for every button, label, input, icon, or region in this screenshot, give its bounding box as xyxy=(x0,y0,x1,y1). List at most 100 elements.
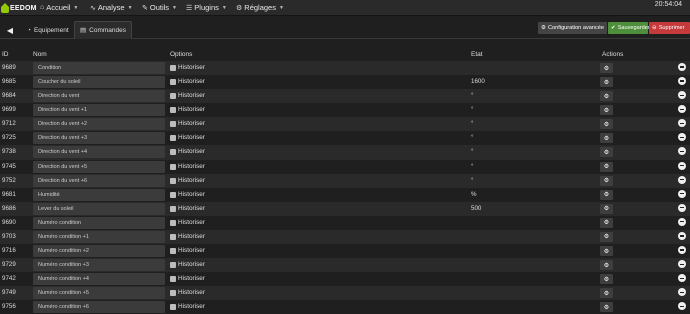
historiser-label: Historiser xyxy=(178,303,205,311)
remove-command-button[interactable] xyxy=(678,63,686,71)
configure-command-button[interactable]: ⚙ xyxy=(600,91,613,102)
nav-plugins[interactable]: ☰ Plugins ▼ xyxy=(186,3,227,12)
remove-command-button[interactable] xyxy=(678,288,686,297)
remove-command-button[interactable] xyxy=(678,260,686,269)
remove-command-button[interactable] xyxy=(678,246,686,255)
configure-command-button[interactable]: ⚙ xyxy=(600,63,613,73)
command-id: 9725 xyxy=(2,134,16,142)
back-button[interactable]: ◀ xyxy=(4,24,16,36)
command-name-input[interactable]: Humidité xyxy=(33,188,165,201)
tab-equipement-label: Equipement xyxy=(33,26,69,34)
remove-command-button[interactable] xyxy=(678,77,686,86)
remove-command-button[interactable] xyxy=(678,91,686,100)
historiser-checkbox[interactable] xyxy=(170,163,176,170)
nav-outils[interactable]: ✎ Outils ▼ xyxy=(142,3,177,12)
historiser-label: Historiser xyxy=(178,134,205,142)
delete-button[interactable]: ⊖ Supprimer xyxy=(649,22,690,34)
historiser-checkbox[interactable] xyxy=(170,248,176,255)
remove-command-button[interactable] xyxy=(678,217,686,226)
configure-command-button[interactable]: ⚙ xyxy=(600,105,613,116)
configure-command-button[interactable]: ⚙ xyxy=(600,175,613,186)
historiser-checkbox[interactable] xyxy=(170,65,176,71)
historiser-checkbox[interactable] xyxy=(170,107,176,114)
historiser-checkbox[interactable] xyxy=(170,121,176,128)
configure-command-button[interactable]: ⚙ xyxy=(600,217,613,228)
nav-reglages[interactable]: ⚙ Réglages ▼ xyxy=(236,3,284,12)
command-name-input[interactable]: Numéro condition +3 xyxy=(33,259,165,272)
historiser-checkbox[interactable] xyxy=(170,149,176,156)
remove-command-button[interactable] xyxy=(678,133,686,142)
historiser-checkbox[interactable] xyxy=(170,205,176,212)
command-name-input[interactable]: Numéro condition +1 xyxy=(33,230,165,243)
command-name-input[interactable]: Numéro condition +4 xyxy=(33,273,165,286)
command-name-input[interactable]: Direction du vent +3 xyxy=(33,132,165,145)
jeedom-logo[interactable]: EEDOM xyxy=(0,0,36,16)
historiser-checkbox[interactable] xyxy=(170,233,176,240)
historiser-checkbox[interactable] xyxy=(170,219,176,226)
nav-reglages-label: Réglages xyxy=(244,3,276,12)
remove-command-button[interactable] xyxy=(678,147,686,156)
configure-command-button[interactable]: ⚙ xyxy=(600,133,613,144)
historiser-checkbox[interactable] xyxy=(170,276,176,283)
tab-commandes[interactable]: ▤ Commandes xyxy=(74,21,133,39)
advanced-config-button[interactable]: ⚙ Configuration avancée xyxy=(538,22,607,34)
command-name-input[interactable]: Numéro condition +2 xyxy=(33,245,165,258)
nav-accueil[interactable]: ⌂ Accueil ▼ xyxy=(40,3,78,12)
remove-command-button[interactable] xyxy=(678,161,686,170)
table-row: 9745 Direction du vent +5 Historiser ° ⚙ xyxy=(0,159,690,174)
configure-command-button[interactable]: ⚙ xyxy=(600,231,613,242)
command-name-input[interactable]: Direction du vent +2 xyxy=(33,118,165,131)
remove-command-button[interactable] xyxy=(678,175,686,184)
table-row: 9729 Numéro condition +3 Historiser ⚙ xyxy=(0,258,690,273)
historiser-checkbox[interactable] xyxy=(170,135,176,142)
command-id: 9703 xyxy=(2,232,16,240)
command-name-input[interactable]: Direction du vent +4 xyxy=(33,146,165,159)
historiser-checkbox[interactable] xyxy=(170,177,176,184)
historiser-checkbox[interactable] xyxy=(170,262,176,269)
remove-command-button[interactable] xyxy=(678,302,686,311)
remove-command-button[interactable] xyxy=(678,274,686,283)
nav-analyse[interactable]: ∿ Analyse ▼ xyxy=(90,3,133,12)
configure-command-button[interactable]: ⚙ xyxy=(600,203,613,214)
command-name-input[interactable]: Condition xyxy=(33,62,165,74)
remove-command-button[interactable] xyxy=(678,189,686,198)
historiser-checkbox[interactable] xyxy=(170,304,176,311)
configure-command-button[interactable]: ⚙ xyxy=(600,260,613,271)
command-name-input[interactable]: Direction du vent +5 xyxy=(33,160,165,173)
delete-label: Supprimer xyxy=(658,25,685,31)
configure-command-button[interactable]: ⚙ xyxy=(600,147,613,158)
remove-command-button[interactable] xyxy=(678,105,686,114)
save-label: Sauvegarder xyxy=(617,25,650,31)
configure-command-button[interactable]: ⚙ xyxy=(600,246,613,257)
tab-equipement[interactable]: ◔ Equipement xyxy=(22,21,74,39)
command-name-input[interactable]: Direction du vent +1 xyxy=(33,104,165,117)
historiser-label: Historiser xyxy=(178,148,205,156)
save-button[interactable]: ✔ Sauvegarder xyxy=(608,22,650,34)
historiser-checkbox[interactable] xyxy=(170,79,176,86)
command-name-input[interactable]: Direction du vent +6 xyxy=(33,174,165,187)
cogs-icon: ⚙ xyxy=(603,290,610,297)
command-table-body: 9689 Condition Historiser ⚙ 9685 Coucher du s… xyxy=(0,61,690,314)
command-name-input[interactable]: Numéro condition +6 xyxy=(33,301,165,314)
historiser-checkbox[interactable] xyxy=(170,93,176,100)
configure-command-button[interactable]: ⚙ xyxy=(600,274,613,285)
configure-command-button[interactable]: ⚙ xyxy=(600,189,613,200)
command-name-input[interactable]: Numéro condition xyxy=(33,216,165,229)
command-state: 1600 xyxy=(471,78,485,86)
command-name-input[interactable]: Numéro condition +5 xyxy=(33,287,165,300)
historiser-checkbox[interactable] xyxy=(170,290,176,297)
chevron-down-icon: ▼ xyxy=(73,4,79,11)
configure-command-button[interactable]: ⚙ xyxy=(600,161,613,172)
configure-command-button[interactable]: ⚙ xyxy=(600,302,613,313)
configure-command-button[interactable]: ⚙ xyxy=(600,77,613,88)
remove-command-button[interactable] xyxy=(678,119,686,128)
command-name-input[interactable]: Direction du vent xyxy=(33,90,165,103)
remove-command-button[interactable] xyxy=(678,203,686,212)
command-id: 9756 xyxy=(2,303,16,311)
command-name-input[interactable]: Lever du soleil xyxy=(33,202,165,215)
configure-command-button[interactable]: ⚙ xyxy=(600,119,613,130)
command-name-input[interactable]: Coucher du soleil xyxy=(33,76,165,89)
configure-command-button[interactable]: ⚙ xyxy=(600,288,613,299)
remove-command-button[interactable] xyxy=(678,231,686,240)
historiser-checkbox[interactable] xyxy=(170,191,176,198)
